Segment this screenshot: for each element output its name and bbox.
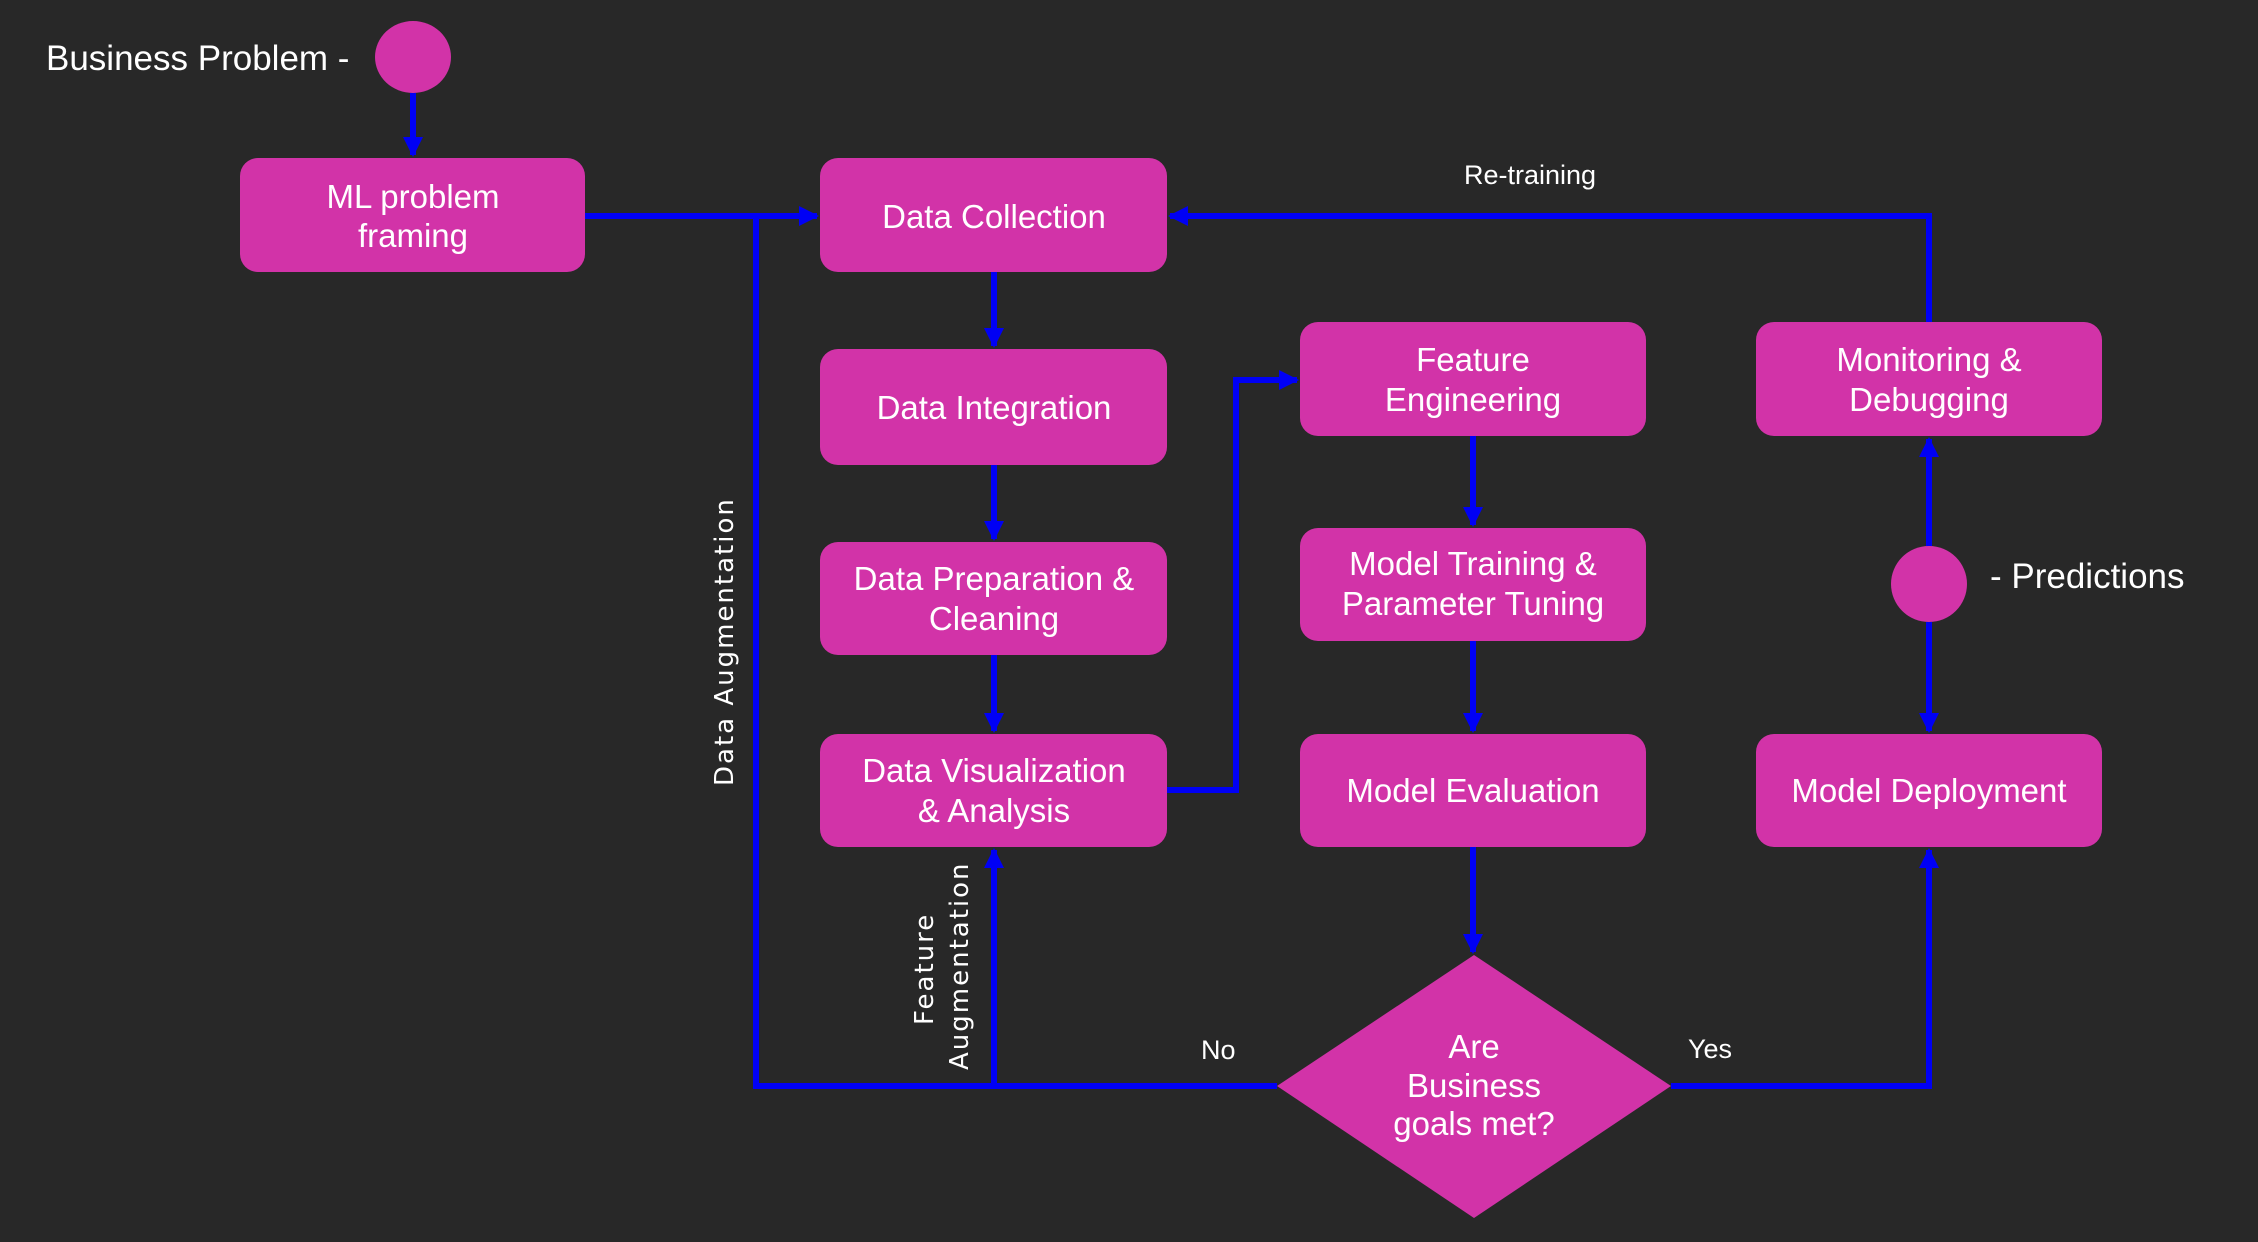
node-model-evaluation-label: Model Evaluation [1346,772,1599,809]
node-data-preparation-line1: Data Preparation & [854,560,1135,597]
label-retraining: Re-training [1464,160,1596,190]
node-decision-line2: Business [1407,1067,1541,1104]
node-decision-line3: goals met? [1393,1105,1554,1142]
node-data-visualization[interactable]: Data Visualization & Analysis [820,734,1167,847]
start-label: Business Problem - [46,39,349,78]
end-node[interactable] [1891,546,1967,622]
node-decision[interactable]: Are Business goals met? [1277,955,1671,1218]
node-model-training[interactable]: Model Training & Parameter Tuning [1300,528,1646,641]
node-data-collection[interactable]: Data Collection [820,158,1167,272]
node-data-visualization-line1: Data Visualization [862,752,1126,789]
node-monitoring-line2: Debugging [1849,381,2009,418]
node-feature-engineering[interactable]: Feature Engineering [1300,322,1646,436]
end-label: - Predictions [1990,557,2185,596]
node-data-preparation-line2: Cleaning [929,600,1059,637]
ml-lifecycle-diagram: Business Problem - ML problem framing Da… [46,21,2185,1218]
node-feature-engineering-line1: Feature [1416,341,1530,378]
label-no: No [1201,1035,1236,1065]
node-ml-framing-line1: ML problem [326,178,499,215]
node-data-visualization-line2: & Analysis [918,792,1070,829]
node-ml-framing-line2: framing [358,217,468,254]
node-model-training-line1: Model Training & [1349,545,1597,582]
node-ml-framing[interactable]: ML problem framing [240,158,585,272]
node-model-deployment-label: Model Deployment [1791,772,2066,809]
node-data-integration-label: Data Integration [877,389,1112,426]
node-decision-line1: Are [1448,1028,1499,1065]
edge-monitoring-retraining [1168,206,1932,322]
node-monitoring-line1: Monitoring & [1836,341,2021,378]
node-data-preparation[interactable]: Data Preparation & Cleaning [820,542,1167,655]
node-model-deployment[interactable]: Model Deployment [1756,734,2102,847]
node-data-integration[interactable]: Data Integration [820,349,1167,465]
start-node[interactable] [375,21,451,93]
label-data-augmentation: Data Augmentation [710,497,740,786]
label-feature-augmentation-line1: Feature [910,913,940,1025]
label-feature-augmentation-line2: Augmentation [945,861,975,1070]
node-monitoring[interactable]: Monitoring & Debugging [1756,322,2102,436]
edge-visualization-to-feature-engineering [1167,370,1299,793]
node-model-training-line2: Parameter Tuning [1342,585,1604,622]
edges [403,93,1939,1089]
node-feature-engineering-line2: Engineering [1385,381,1561,418]
node-data-collection-label: Data Collection [882,198,1106,235]
label-yes: Yes [1688,1034,1732,1064]
node-model-evaluation[interactable]: Model Evaluation [1300,734,1646,847]
